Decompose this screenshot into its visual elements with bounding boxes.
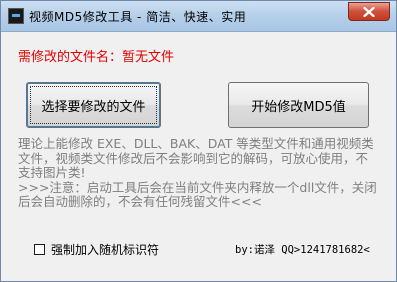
title-bar[interactable]: 视频MD5修改工具 - 简洁、快速、实用: [1, 1, 396, 32]
random-identifier-checkbox-row[interactable]: 强制加入随机标识符: [34, 241, 159, 258]
close-button[interactable]: [348, 2, 390, 21]
select-file-button[interactable]: 选择要修改的文件: [26, 82, 161, 128]
app-window: 视频MD5修改工具 - 简洁、快速、实用 需修改的文件名：暂无文件 选择要修改的…: [0, 0, 397, 282]
info-text: 理论上能修改 EXE、DLL、BAK、DAT 等类型文件和通用视频类文件，视频类…: [18, 136, 377, 209]
main-panel: 需修改的文件名：暂无文件 选择要修改的文件 开始修改MD5值 理论上能修改 EX…: [8, 32, 389, 274]
app-icon: [8, 8, 24, 24]
author-credit: by:诺泽 QQ>1241781682<: [235, 244, 370, 256]
random-identifier-checkbox[interactable]: [34, 244, 45, 255]
filename-label: 需修改的文件名：暂无文件: [18, 50, 175, 65]
window-title: 视频MD5修改工具 - 简洁、快速、实用: [29, 10, 247, 24]
checkbox-label: 强制加入随机标识符: [51, 243, 160, 257]
close-icon: [363, 6, 375, 17]
start-modify-md5-button[interactable]: 开始修改MD5值: [228, 82, 369, 128]
